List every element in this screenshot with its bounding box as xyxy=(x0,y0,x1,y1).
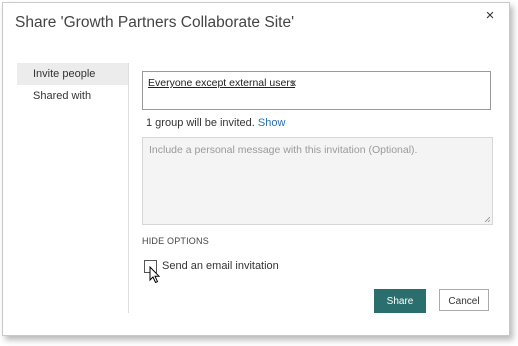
share-button[interactable]: Share xyxy=(374,289,426,313)
hide-options-link[interactable]: HIDE OPTIONS xyxy=(142,236,209,246)
cancel-button[interactable]: Cancel xyxy=(439,289,489,311)
share-dialog: Share 'Growth Partners Collaborate Site'… xyxy=(2,2,510,336)
nav-item-shared-with[interactable]: Shared with xyxy=(17,85,128,107)
invite-count-label: 1 group will be invited. xyxy=(146,117,255,129)
remove-token-button[interactable]: x xyxy=(291,77,296,89)
resize-grip-icon[interactable] xyxy=(484,216,491,223)
invitee-token[interactable]: Everyone except external users xyxy=(148,77,295,89)
personal-message-textarea[interactable]: Include a personal message with this inv… xyxy=(142,137,493,225)
invite-count-text: 1 group will be invited. Show xyxy=(146,117,285,129)
message-placeholder: Include a personal message with this inv… xyxy=(149,144,418,156)
people-picker-input[interactable]: Everyone except external users x xyxy=(142,71,491,110)
email-invitation-label: Send an email invitation xyxy=(162,260,279,272)
close-icon[interactable]: × xyxy=(481,7,499,25)
dialog-title: Share 'Growth Partners Collaborate Site' xyxy=(15,14,295,31)
nav-divider xyxy=(128,63,129,313)
show-link[interactable]: Show xyxy=(258,117,286,129)
nav-item-invite-people[interactable]: Invite people xyxy=(17,63,128,85)
mouse-pointer-icon xyxy=(149,266,161,284)
share-nav: Invite people Shared with xyxy=(17,63,128,107)
